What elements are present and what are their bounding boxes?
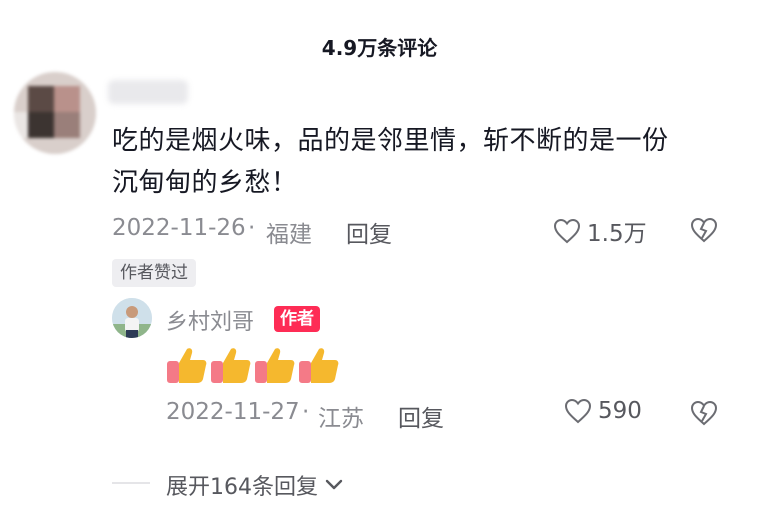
author-tag: 作者 <box>274 306 320 332</box>
thumbs-up-emoji-icon <box>211 348 251 383</box>
reply-like-button[interactable]: 590 <box>564 398 642 424</box>
reply-emoji-content <box>165 345 341 385</box>
thumbs-up-emoji-icon <box>167 348 207 383</box>
meta-separator: · <box>302 399 310 425</box>
broken-heart-icon <box>690 400 718 426</box>
reply-author-name[interactable]: 乡村刘哥 <box>166 304 254 336</box>
broken-heart-icon <box>690 217 718 243</box>
thumbs-up-emoji-icon <box>299 348 339 383</box>
author-liked-badge: 作者赞过 <box>112 259 196 287</box>
reply-to-reply-button[interactable]: 回复 <box>398 399 444 433</box>
heart-icon <box>553 218 581 244</box>
heart-icon <box>564 398 592 424</box>
commenter-avatar[interactable] <box>14 72 96 154</box>
expand-divider <box>112 482 150 484</box>
expand-replies-button[interactable]: 展开164条回复 <box>166 469 344 501</box>
comment-text-line1: 吃的是烟火味，品的是邻里情，斩不断的是一份 <box>112 126 669 156</box>
reply-author-avatar[interactable] <box>112 298 152 338</box>
comment-text: 吃的是烟火味，品的是邻里情，斩不断的是一份 沉甸甸的乡愁！ <box>112 120 742 204</box>
reply-date: 2022-11-27 <box>166 399 300 425</box>
comment-location: 福建 <box>266 222 312 248</box>
commenter-name-blurred[interactable] <box>108 80 188 104</box>
thumbs-up-emoji-icon <box>255 348 295 383</box>
like-button[interactable]: 1.5万 <box>553 214 647 248</box>
dislike-button[interactable] <box>690 217 718 247</box>
reply-button[interactable]: 回复 <box>346 215 392 249</box>
reply-dislike-button[interactable] <box>690 400 718 430</box>
reply-like-count: 590 <box>598 398 642 424</box>
meta-separator: · <box>248 215 256 241</box>
chevron-down-icon <box>325 479 343 490</box>
like-count: 1.5万 <box>587 221 647 247</box>
reply-location: 江苏 <box>318 406 364 432</box>
comment-date: 2022-11-26 <box>112 215 246 241</box>
comment-text-line2: 沉甸甸的乡愁！ <box>112 168 298 198</box>
person-photo-icon <box>112 298 152 338</box>
expand-replies-label: 展开164条回复 <box>166 475 318 500</box>
comments-count-title: 4.9万条评论 <box>321 36 438 60</box>
